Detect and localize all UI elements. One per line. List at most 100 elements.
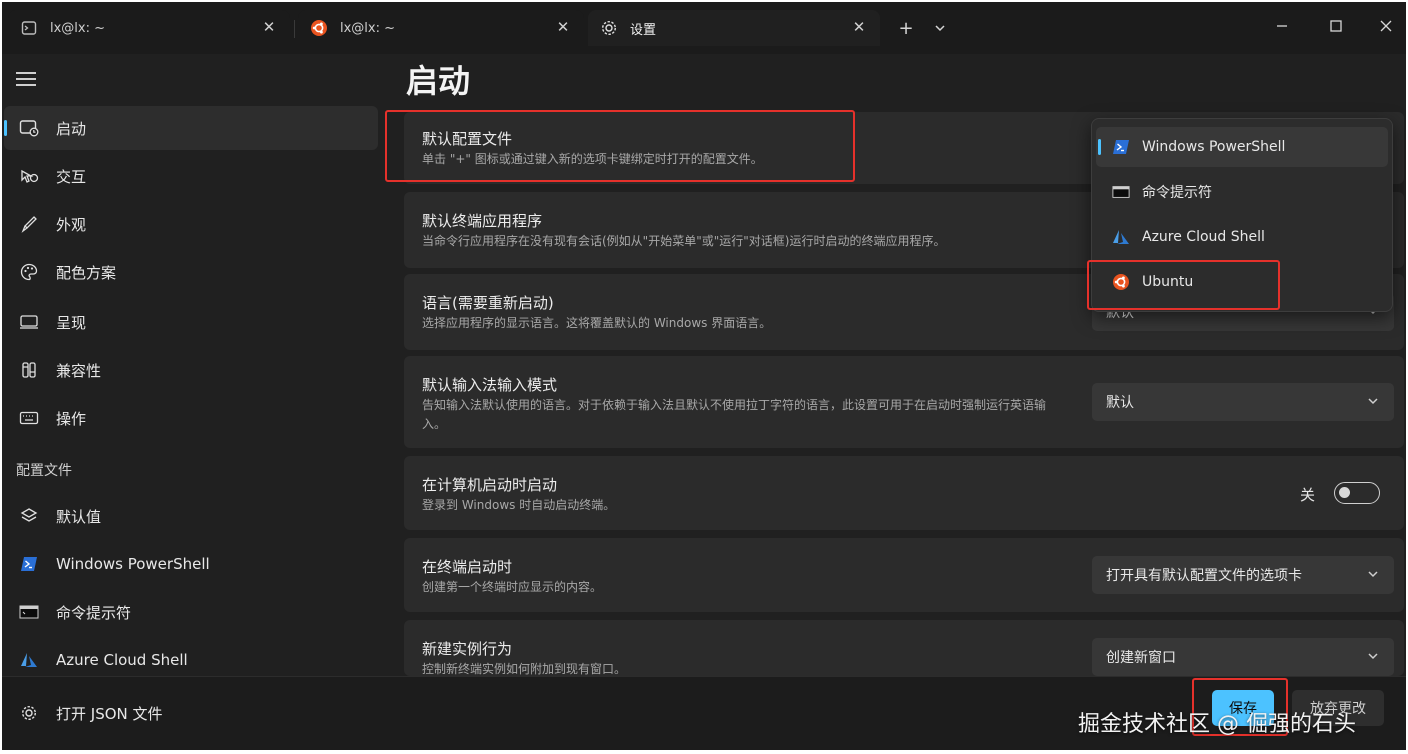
option-powershell[interactable]: Windows PowerShell — [1096, 127, 1388, 167]
toggle-state-label: 关 — [1300, 486, 1316, 504]
tab-dropdown-button[interactable] — [928, 16, 952, 40]
page-title: 启动 — [406, 62, 471, 100]
sidebar-item-label: Windows PowerShell — [56, 555, 210, 573]
tab-label: lx@lx: ~ — [50, 20, 106, 36]
watermark: 掘金技术社区 @ 倔强的石头 — [1078, 712, 1356, 737]
setting-ime-mode: 默认输入法输入模式 告知输入法默认使用的语言。对于依赖于输入法且默认不使用拉丁字… — [404, 356, 1404, 448]
tab-terminal-1[interactable]: lx@lx: ~ ✕ — [8, 10, 290, 46]
profiles-section-label: 配置文件 — [16, 463, 72, 479]
option-cmd[interactable]: 命令提示符 — [1096, 172, 1388, 212]
tab-ubuntu[interactable]: lx@lx: ~ ✕ — [298, 10, 584, 46]
setting-description: 选择应用程序的显示语言。这将覆盖默认的 Windows 界面语言。 — [422, 316, 772, 330]
sidebar-item-label: 操作 — [56, 409, 87, 428]
sidebar-item-rendering[interactable]: 呈现 — [4, 300, 378, 344]
sidebar-item-label: 呈现 — [56, 313, 87, 332]
azure-icon — [1112, 228, 1130, 246]
setting-title: 在计算机启动时启动 — [422, 476, 558, 494]
gear-icon — [18, 702, 40, 724]
setting-new-instance-behavior: 新建实例行为 控制新终端实例如何附加到现有窗口。 创建新窗口 — [404, 620, 1404, 676]
sidebar-item-compatibility[interactable]: 兼容性 — [4, 348, 378, 392]
footer-link-label: 打开 JSON 文件 — [56, 704, 163, 723]
close-icon[interactable]: ✕ — [554, 18, 572, 36]
setting-title: 语言(需要重新启动) — [422, 294, 554, 312]
option-label: Windows PowerShell — [1142, 139, 1286, 155]
sidebar: 启动 交互 外观 配色方案 呈现 兼容性 操作 配置文件 默认值 Windows… — [2, 54, 382, 676]
title-bar: lx@lx: ~ ✕ lx@lx: ~ ✕ 设置 ✕ + — [2, 2, 1406, 54]
setting-title: 新建实例行为 — [422, 640, 513, 658]
startup-icon — [18, 117, 40, 139]
setting-launch-on-startup: 在计算机启动时启动 登录到 Windows 时自动启动终端。 关 — [404, 456, 1404, 530]
highlight-default-profile — [385, 110, 855, 182]
option-label: 命令提示符 — [1142, 185, 1212, 201]
sidebar-item-startup[interactable]: 启动 — [4, 106, 378, 150]
ubuntu-icon — [310, 19, 328, 37]
ime-mode-dropdown[interactable]: 默认 — [1092, 383, 1394, 421]
compatibility-icon — [18, 359, 40, 381]
sidebar-item-defaults[interactable]: 默认值 — [4, 494, 378, 538]
sidebar-item-label: Azure Cloud Shell — [56, 651, 188, 669]
dropdown-value: 打开具有默认配置文件的选项卡 — [1106, 568, 1302, 584]
interaction-icon — [18, 165, 40, 187]
launch-on-startup-toggle[interactable] — [1334, 482, 1380, 504]
setting-title: 默认输入法输入模式 — [422, 376, 558, 394]
highlight-ubuntu-option — [1087, 260, 1280, 310]
sidebar-item-color-schemes[interactable]: 配色方案 — [4, 250, 378, 294]
maximize-button[interactable] — [1316, 12, 1356, 40]
close-icon[interactable]: ✕ — [850, 18, 868, 36]
new-instance-dropdown[interactable]: 创建新窗口 — [1092, 638, 1394, 676]
dropdown-value: 创建新窗口 — [1106, 650, 1176, 666]
close-icon — [1380, 20, 1392, 32]
setting-title: 默认终端应用程序 — [422, 212, 543, 230]
hamburger-menu-icon[interactable] — [16, 72, 36, 88]
cmd-icon — [1112, 183, 1130, 201]
sidebar-item-label: 交互 — [56, 167, 87, 186]
powershell-icon — [18, 553, 40, 575]
sidebar-item-label: 外观 — [56, 215, 87, 234]
setting-on-terminal-launch: 在终端启动时 创建第一个终端时应显示的内容。 打开具有默认配置文件的选项卡 — [404, 538, 1404, 612]
layers-icon — [18, 505, 40, 527]
tab-settings[interactable]: 设置 ✕ — [588, 10, 880, 46]
tab-label: lx@lx: ~ — [340, 20, 396, 36]
keyboard-icon — [18, 407, 40, 429]
close-icon[interactable]: ✕ — [260, 18, 278, 36]
option-azure[interactable]: Azure Cloud Shell — [1096, 217, 1388, 257]
sidebar-item-label: 默认值 — [56, 507, 102, 526]
on-launch-dropdown[interactable]: 打开具有默认配置文件的选项卡 — [1092, 556, 1394, 594]
setting-title: 在终端启动时 — [422, 558, 513, 576]
brush-icon — [18, 213, 40, 235]
terminal-settings-window: lx@lx: ~ ✕ lx@lx: ~ ✕ 设置 ✕ + 启动 交互 外观 配色… — [2, 2, 1406, 750]
sidebar-item-actions[interactable]: 操作 — [4, 396, 378, 440]
sidebar-item-label: 配色方案 — [56, 263, 117, 282]
toggle-knob — [1339, 487, 1350, 498]
sidebar-item-powershell[interactable]: Windows PowerShell — [4, 542, 378, 586]
chevron-down-icon — [935, 25, 945, 32]
chevron-down-icon — [1368, 571, 1378, 578]
setting-description: 告知输入法默认使用的语言。对于依赖于输入法且默认不使用拉丁字符的语言，此设置可用… — [422, 398, 1047, 431]
monitor-icon — [18, 311, 40, 333]
powershell-icon — [1112, 138, 1130, 156]
selection-indicator — [4, 120, 7, 136]
chevron-down-icon — [1368, 653, 1378, 660]
palette-icon — [18, 261, 40, 283]
gear-icon — [600, 19, 618, 37]
setting-description: 当命令行应用程序在没有现有会话(例如从"开始菜单"或"运行"对话框)运行时启动的… — [422, 234, 946, 248]
setting-description: 创建第一个终端时应显示的内容。 — [422, 580, 603, 594]
new-tab-button[interactable]: + — [894, 16, 918, 40]
terminal-icon — [20, 19, 38, 37]
open-json-file-link[interactable]: 打开 JSON 文件 — [4, 691, 378, 735]
setting-description: 登录到 Windows 时自动启动终端。 — [422, 498, 616, 512]
tab-divider — [294, 20, 295, 38]
sidebar-item-interaction[interactable]: 交互 — [4, 154, 378, 198]
minimize-button[interactable] — [1262, 12, 1302, 40]
tab-label: 设置 — [630, 22, 657, 38]
sidebar-item-appearance[interactable]: 外观 — [4, 202, 378, 246]
option-label: Azure Cloud Shell — [1142, 229, 1265, 245]
setting-description: 控制新终端实例如何附加到现有窗口。 — [422, 662, 627, 676]
sidebar-item-cmd[interactable]: 命令提示符 — [4, 590, 378, 634]
cmd-icon — [18, 601, 40, 623]
close-window-button[interactable] — [1366, 12, 1406, 40]
chevron-down-icon — [1368, 398, 1378, 405]
sidebar-item-label: 命令提示符 — [56, 603, 132, 622]
selection-indicator — [1098, 139, 1101, 155]
azure-icon — [18, 649, 40, 671]
